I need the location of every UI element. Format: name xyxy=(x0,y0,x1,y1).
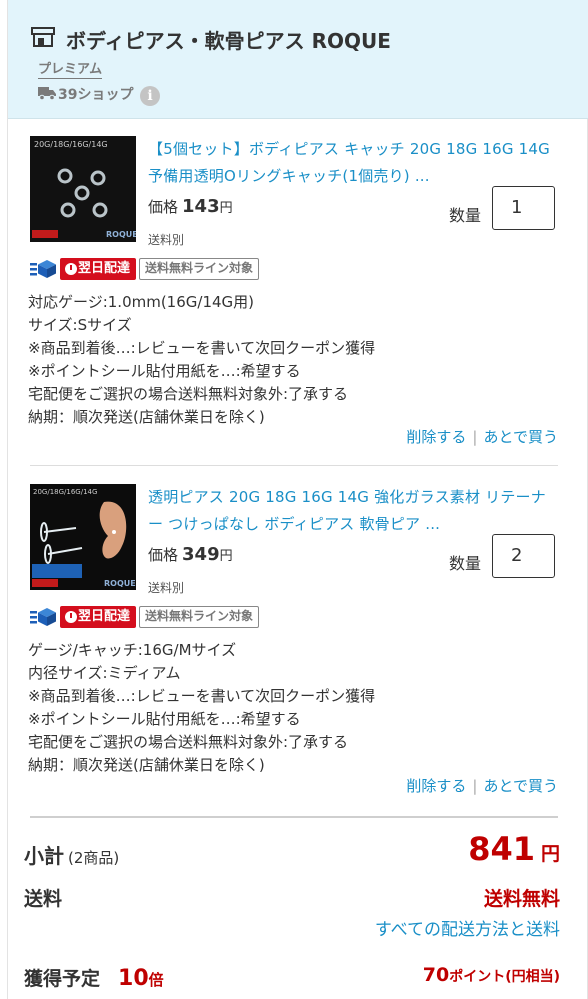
thumb-logo: ROQUE xyxy=(104,579,136,588)
shipping-value: 送料無料 xyxy=(483,888,560,910)
next-day-label: 翌日配達 xyxy=(78,261,131,276)
delete-link[interactable]: 削除する xyxy=(406,777,466,795)
product-title-link[interactable]: 【5個セット】ボディピアス キャッチ 20G 18G 16G 14G 予備用透明… xyxy=(148,136,558,190)
price-label: 価格 xyxy=(148,546,179,564)
price-unit: 円 xyxy=(219,549,233,564)
quantity-input[interactable]: 2 xyxy=(492,534,555,578)
next-day-badge: 翌日配達 xyxy=(60,606,137,628)
option-line: 宅配便をご選択の場合送料無料対象外:了承する xyxy=(28,733,349,751)
quantity-label: 数量 xyxy=(449,554,482,573)
item-actions: 削除する | あとで買う xyxy=(406,775,558,796)
delivery-badges: 翌日配達 送料無料ライン対象 xyxy=(30,258,558,280)
option-line: ゲージ/キャッチ:16G/Mサイズ xyxy=(28,641,237,659)
subtotal-unit: 円 xyxy=(540,843,560,865)
product-thumbnail[interactable]: 20G/18G/16G/14G ROQUE xyxy=(30,136,136,242)
next-day-badge: 翌日配達 xyxy=(60,258,137,280)
clock-icon xyxy=(65,611,77,623)
points-label: 獲得予定 10倍 xyxy=(24,964,164,991)
free-shipping-line-badge: 送料無料ライン対象 xyxy=(139,606,260,628)
price-value: 349 xyxy=(182,544,220,565)
action-separator: | xyxy=(472,777,478,795)
option-line: ※商品到着後…:レビューを書いて次回クーポン獲得 xyxy=(28,339,376,357)
next-day-cube-icon xyxy=(30,608,56,626)
truck-icon xyxy=(38,87,56,100)
option-line: ※ポイントシール貼付用紙を…:希望する xyxy=(28,710,301,728)
shipping-shop-count: 39ショップ xyxy=(58,87,134,103)
price-label: 価格 xyxy=(148,198,179,216)
shipping-label: 送料 xyxy=(24,888,63,910)
item-actions: 削除する | あとで買う xyxy=(406,426,558,447)
points-multiplier-unit: 倍 xyxy=(148,971,164,989)
price-unit: 円 xyxy=(219,201,233,216)
option-line: ※ポイントシール貼付用紙を…:希望する xyxy=(28,362,301,380)
shop-header: ボディピアス・軟骨ピアス ROQUE プレミアム 39ショップ i xyxy=(8,0,588,119)
price: 価格 349円 xyxy=(148,544,233,565)
shop-name[interactable]: ボディピアス・軟骨ピアス ROQUE xyxy=(66,25,391,54)
subtotal-amount: 841 xyxy=(468,830,535,868)
option-line: サイズ:Sサイズ xyxy=(28,316,132,334)
price: 価格 143円 xyxy=(148,196,233,217)
quantity-input[interactable]: 1 xyxy=(492,186,555,230)
item-divider xyxy=(30,465,558,466)
points-multiplier: 10倍 xyxy=(118,966,164,991)
next-day-label: 翌日配達 xyxy=(78,609,131,624)
save-for-later-link[interactable]: あとで買う xyxy=(483,428,558,446)
thumb-logo: ROQUE xyxy=(106,230,136,239)
item-options: 対応ゲージ:1.0mm(16G/14G用) サイズ:Sサイズ ※商品到着後…:レ… xyxy=(28,291,558,429)
next-day-cube-icon xyxy=(30,260,56,278)
thumb-caption: 20G/18G/16G/14G xyxy=(34,140,108,149)
points-amount: 70 xyxy=(422,964,450,986)
option-line: 内径サイズ:ミディアム xyxy=(28,664,181,682)
option-line: 対応ゲージ:1.0mm(16G/14G用) xyxy=(28,293,255,311)
store-icon xyxy=(31,27,55,47)
summary-divider xyxy=(30,816,558,818)
subtotal-title: 小計 xyxy=(24,844,64,868)
product-title-link[interactable]: 透明ピアス 20G 18G 16G 14G 強化ガラス素材 リテーナー つけっぱ… xyxy=(148,484,558,538)
info-icon[interactable]: i xyxy=(140,86,160,106)
clock-icon xyxy=(65,263,77,275)
delivery-badges: 翌日配達 送料無料ライン対象 xyxy=(30,606,558,628)
quantity-label: 数量 xyxy=(449,206,482,225)
free-shipping-line-badge: 送料無料ライン対象 xyxy=(139,258,260,280)
points-note: (円相当) xyxy=(505,969,560,985)
action-separator: | xyxy=(472,428,478,446)
premium-label: プレミアム xyxy=(38,58,103,79)
option-line: 納期：順次発送(店舗休業日を除く) xyxy=(28,756,265,774)
delete-link[interactable]: 削除する xyxy=(406,428,466,446)
points-unit: ポイント xyxy=(449,969,506,985)
subtotal-value: 841 円 xyxy=(468,830,560,868)
option-line: 宅配便をご選択の場合送料無料対象外:了承する xyxy=(28,385,349,403)
item-options: ゲージ/キャッチ:16G/Mサイズ 内径サイズ:ミディアム ※商品到着後…:レビ… xyxy=(28,639,558,777)
points-multiplier-value: 10 xyxy=(118,966,149,991)
option-line: ※商品到着後…:レビューを書いて次回クーポン獲得 xyxy=(28,687,376,705)
subtotal-count: (2商品) xyxy=(68,849,120,867)
save-for-later-link[interactable]: あとで買う xyxy=(483,777,558,795)
shipping-note: 送料別 xyxy=(148,233,185,247)
price-value: 143 xyxy=(182,196,220,217)
shipping-note: 送料別 xyxy=(148,581,185,595)
points-title: 獲得予定 xyxy=(24,968,101,990)
all-shipping-methods-link[interactable]: すべての配送方法と送料 xyxy=(375,915,560,940)
subtotal-label: 小計 (2商品) xyxy=(24,840,119,869)
thumb-caption: 20G/18G/16G/14G xyxy=(33,488,97,496)
points-value: 70ポイント(円相当) xyxy=(423,964,560,986)
product-thumbnail[interactable]: 20G/18G/16G/14G ROQUE xyxy=(30,484,136,590)
